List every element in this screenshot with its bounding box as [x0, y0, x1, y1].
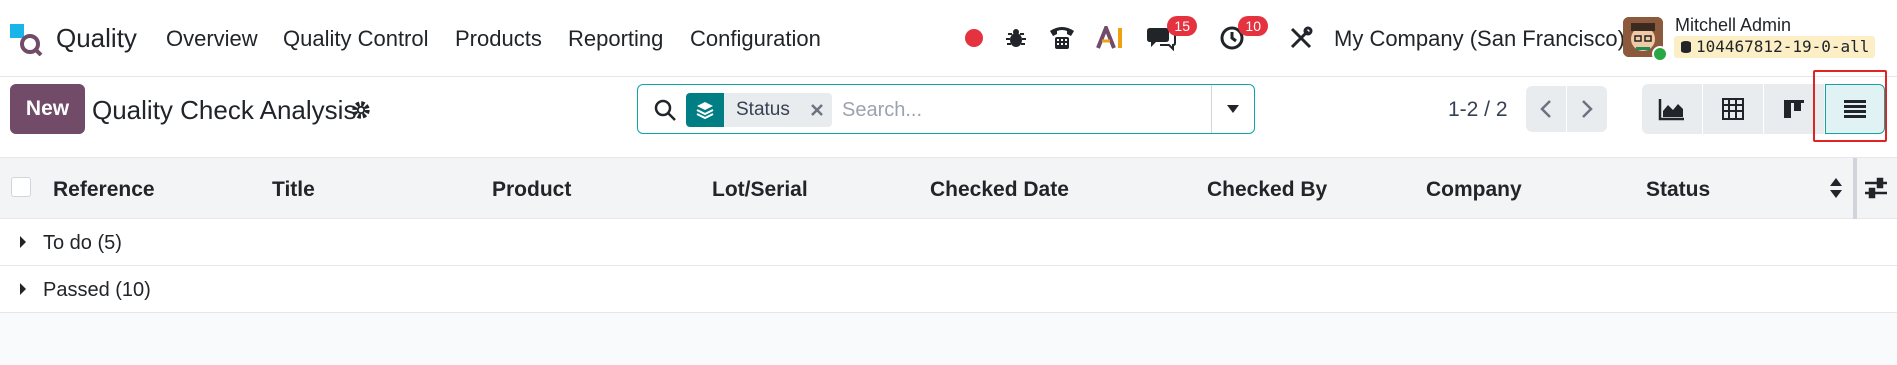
chevron-right-icon	[1582, 100, 1593, 118]
select-all-checkbox[interactable]	[11, 177, 31, 197]
close-icon[interactable]	[802, 103, 832, 117]
column-lot-serial[interactable]: Lot/Serial	[712, 178, 808, 202]
menu-products[interactable]: Products	[455, 26, 542, 52]
record-icon[interactable]	[958, 22, 990, 54]
phone-icon[interactable]	[1046, 22, 1078, 54]
kanban-columns-icon	[1784, 100, 1804, 118]
search-options-toggle[interactable]	[1211, 85, 1254, 133]
database-chip: 104467812-19-0-all	[1674, 36, 1876, 58]
layers-icon	[686, 93, 724, 127]
app-name[interactable]: Quality	[56, 23, 137, 54]
area-chart-icon	[1658, 99, 1684, 121]
column-resize-handle[interactable]	[1853, 158, 1857, 220]
user-avatar[interactable]	[1623, 17, 1668, 62]
column-status[interactable]: Status	[1646, 178, 1710, 202]
tools-icon[interactable]	[1285, 22, 1317, 54]
column-reference[interactable]: Reference	[53, 178, 155, 202]
search-facet: Status	[686, 93, 832, 127]
column-checked-date[interactable]: Checked Date	[930, 178, 1069, 202]
gear-icon[interactable]	[350, 99, 372, 121]
menu-configuration[interactable]: Configuration	[690, 26, 821, 52]
search-icon[interactable]	[653, 98, 677, 122]
debug-bug-icon[interactable]	[1000, 22, 1032, 54]
facet-label: Status	[736, 99, 790, 120]
caret-right-icon	[20, 236, 26, 248]
menu-reporting[interactable]: Reporting	[568, 26, 663, 52]
menu-overview[interactable]: Overview	[166, 26, 258, 52]
pager-previous-button[interactable]	[1526, 86, 1566, 132]
activities-count-badge: 10	[1238, 16, 1268, 36]
search-input[interactable]	[842, 95, 1202, 125]
user-name[interactable]: Mitchell Admin	[1675, 15, 1791, 36]
database-icon	[1681, 41, 1691, 53]
optional-columns-icon[interactable]	[1863, 175, 1889, 201]
caret-down-icon	[1227, 105, 1239, 113]
menu-quality-control[interactable]: Quality Control	[283, 26, 429, 52]
chevron-left-icon	[1540, 100, 1551, 118]
sort-icon[interactable]	[1829, 176, 1843, 200]
messages-count-badge: 15	[1167, 16, 1197, 36]
list-view-button[interactable]	[1825, 84, 1885, 134]
list-header: Reference Title Product Lot/Serial Check…	[0, 157, 1897, 220]
pager-value[interactable]: 1-2 / 2	[1448, 98, 1508, 122]
database-name: 104467812-19-0-all	[1696, 37, 1870, 56]
quality-app-logo-icon[interactable]	[8, 22, 44, 56]
activity-clock-icon[interactable]: 10	[1216, 16, 1268, 54]
top-navbar: Quality Overview Quality Control Product…	[0, 0, 1897, 77]
ai-icon[interactable]	[1095, 22, 1127, 54]
kanban-view-button[interactable]	[1764, 84, 1824, 134]
graph-view-button[interactable]	[1642, 84, 1702, 134]
online-status-dot	[1652, 46, 1668, 62]
pivot-view-button[interactable]	[1703, 84, 1763, 134]
messages-icon[interactable]: 15	[1145, 16, 1197, 54]
table-grid-icon	[1722, 98, 1744, 120]
new-button[interactable]: New	[10, 84, 85, 134]
group-row-to-do[interactable]: To do (5)	[0, 219, 1897, 266]
group-label: To do (5)	[43, 232, 122, 254]
group-label: Passed (10)	[43, 279, 151, 301]
group-row-passed[interactable]: Passed (10)	[0, 266, 1897, 313]
column-checked-by[interactable]: Checked By	[1207, 178, 1327, 202]
company-switcher[interactable]: My Company (San Francisco)	[1334, 26, 1625, 52]
column-product[interactable]: Product	[492, 178, 571, 202]
caret-right-icon	[20, 283, 26, 295]
pager-next-button[interactable]	[1567, 86, 1607, 132]
column-company[interactable]: Company	[1426, 178, 1522, 202]
page-title[interactable]: Quality Check Analysis	[92, 95, 356, 126]
search-bar: Status	[637, 84, 1255, 134]
list-lines-icon	[1844, 100, 1866, 118]
column-title[interactable]: Title	[272, 178, 315, 202]
